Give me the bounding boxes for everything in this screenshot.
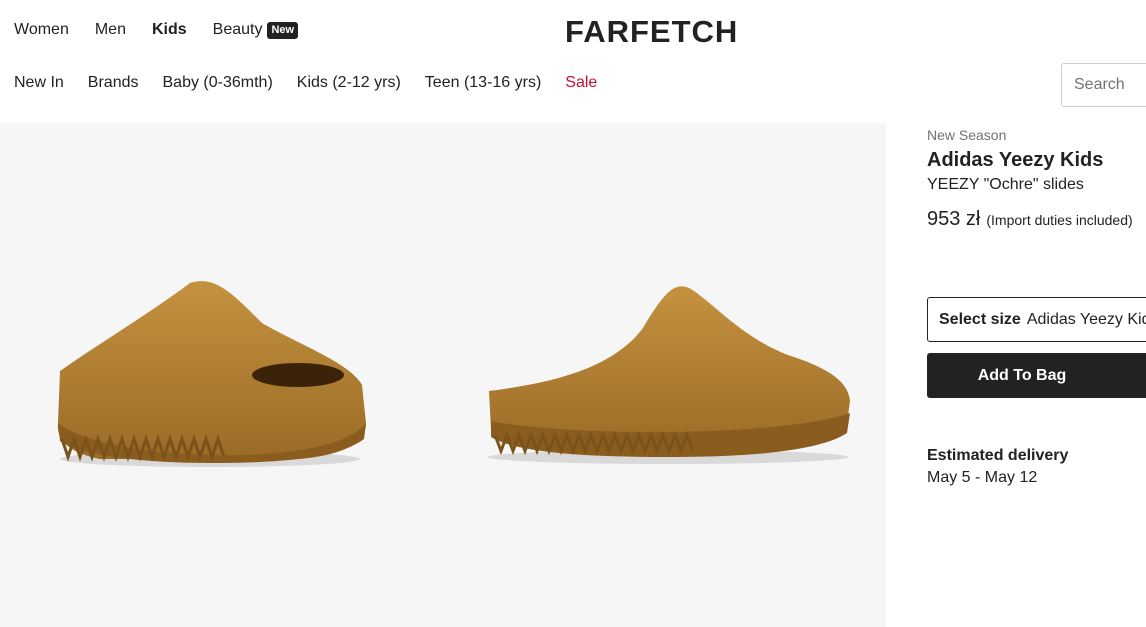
size-select-value: Adidas Yeezy Kids (1026, 310, 1146, 328)
nav-men[interactable]: Men (95, 21, 126, 39)
import-duties-note: (Import duties included) (986, 212, 1133, 228)
size-select-label: Select size (939, 310, 1021, 328)
nav-brands[interactable]: Brands (88, 74, 139, 92)
product-image-side[interactable] (443, 123, 886, 627)
nav-beauty-label: Beauty (212, 21, 263, 38)
search-input[interactable] (1061, 63, 1146, 107)
product-description: YEEZY "Ochre" slides (927, 176, 1084, 193)
nav-beauty[interactable]: Beauty New (212, 21, 299, 39)
new-season-label: New Season (927, 127, 1007, 143)
nav-new-in[interactable]: New In (14, 74, 64, 92)
product-price: 953 zł (927, 208, 981, 230)
delivery-title: Estimated delivery (927, 447, 1069, 464)
nav-kids-age[interactable]: Kids (2-12 yrs) (297, 74, 401, 92)
nav-sale[interactable]: Sale (565, 74, 597, 92)
nav-teen[interactable]: Teen (13-16 yrs) (425, 74, 542, 92)
product-brand[interactable]: Adidas Yeezy Kids (927, 149, 1133, 172)
slide-angle-image (57, 281, 366, 467)
category-nav: New In Brands Baby (0-36mth) Kids (2-12 … (14, 74, 621, 92)
product-gallery (0, 123, 886, 627)
farfetch-logo[interactable]: FARFETCH (565, 14, 738, 50)
price-row: 953 zł (Import duties included) (927, 208, 1133, 231)
new-badge: New (267, 21, 299, 39)
add-to-bag-button[interactable]: Add To Bag (927, 353, 1146, 398)
nav-women[interactable]: Women (14, 21, 69, 39)
nav-baby[interactable]: Baby (0-36mth) (163, 74, 273, 92)
size-select[interactable]: Select size Adidas Yeezy Kids (927, 297, 1146, 342)
department-nav: Women Men Kids Beauty New (14, 21, 324, 39)
slide-side-image (488, 286, 850, 464)
delivery-range: May 5 - May 12 (927, 469, 1038, 486)
product-info: New Season Adidas Yeezy Kids YEEZY "Ochr… (927, 127, 1133, 231)
product-image-angle[interactable] (0, 123, 443, 627)
nav-kids[interactable]: Kids (152, 21, 187, 39)
estimated-delivery: Estimated delivery May 5 - May 12 (927, 447, 1068, 487)
